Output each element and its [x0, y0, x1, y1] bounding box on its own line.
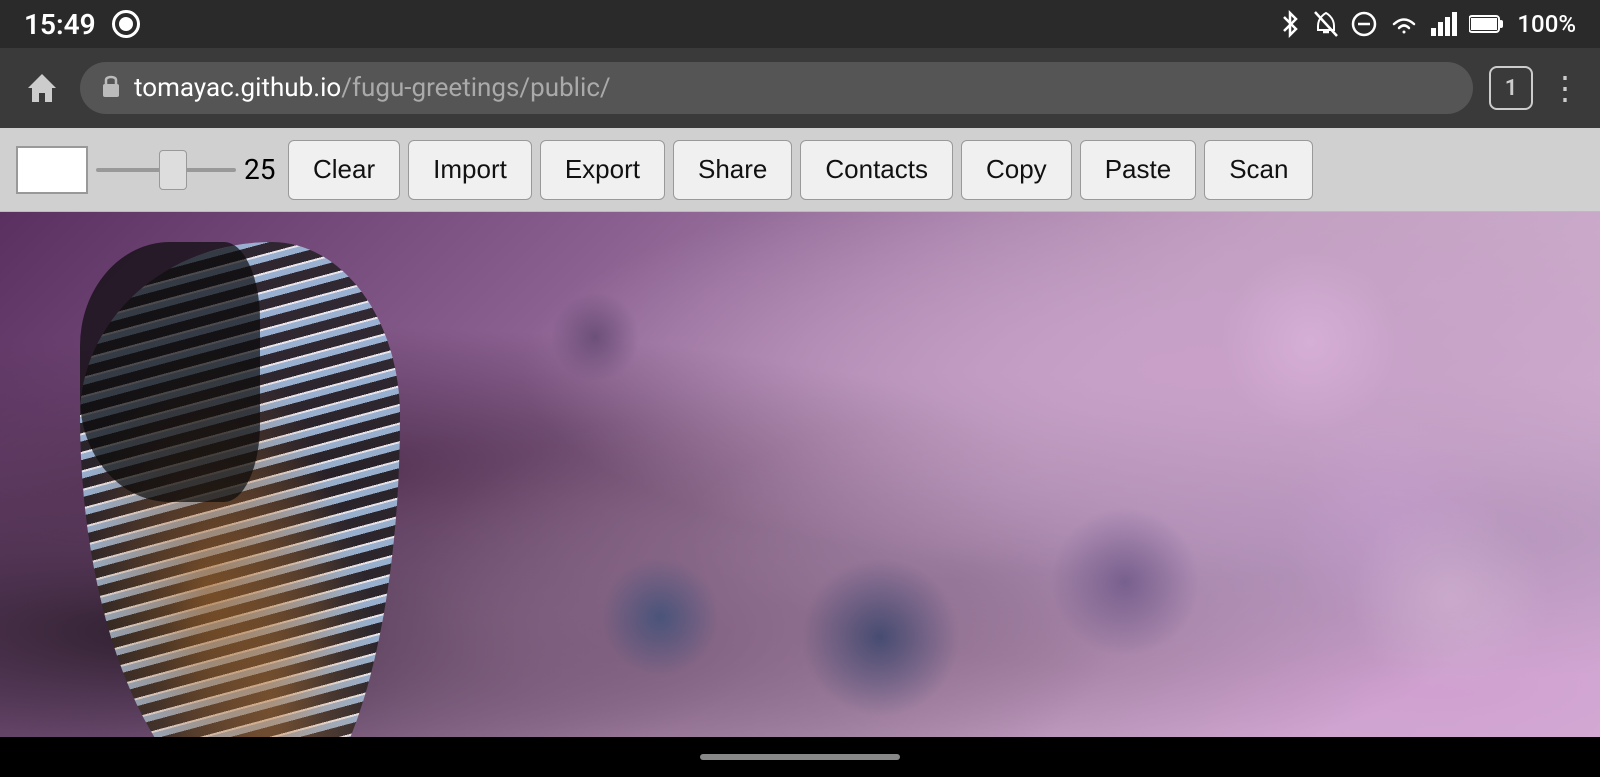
- slider-container: 25: [96, 153, 280, 186]
- tab-count: 1: [1505, 76, 1518, 101]
- bokeh-4: [600, 557, 720, 677]
- slider-thumb[interactable]: [159, 150, 187, 190]
- bluetooth-icon: [1279, 10, 1301, 38]
- color-swatch[interactable]: [16, 146, 88, 194]
- url-text: tomayac.github.io/fugu-greetings/public/: [134, 73, 611, 103]
- fish-head: [80, 242, 260, 502]
- bokeh-6: [1350, 497, 1550, 697]
- app-icon-inner: [119, 17, 133, 31]
- canvas-background: [0, 212, 1600, 737]
- contacts-button[interactable]: Contacts: [800, 140, 953, 200]
- status-time: 15:49: [24, 8, 96, 41]
- browser-actions: 1 ⋮: [1489, 66, 1580, 110]
- wifi-icon: [1389, 12, 1419, 36]
- status-left: 15:49: [24, 8, 140, 41]
- home-indicator: [700, 754, 900, 760]
- bokeh-1: [1220, 252, 1400, 432]
- address-bar[interactable]: tomayac.github.io/fugu-greetings/public/: [80, 62, 1473, 114]
- scan-button[interactable]: Scan: [1204, 140, 1313, 200]
- dnd-icon: [1351, 11, 1377, 37]
- battery-percent: 100%: [1517, 10, 1576, 38]
- import-button[interactable]: Import: [408, 140, 532, 200]
- copy-button[interactable]: Copy: [961, 140, 1072, 200]
- home-button[interactable]: [20, 66, 64, 110]
- more-options-icon: ⋮: [1549, 69, 1580, 107]
- url-domain: tomayac.github.io: [134, 73, 341, 103]
- share-button[interactable]: Share: [673, 140, 792, 200]
- bottom-bar: [0, 737, 1600, 777]
- bokeh-5: [800, 557, 960, 717]
- browser-bar: tomayac.github.io/fugu-greetings/public/…: [0, 48, 1600, 128]
- status-bar: 15:49: [0, 0, 1600, 48]
- url-path: /fugu-greetings/public/: [341, 73, 610, 103]
- status-app-icon: [112, 10, 140, 38]
- browser-menu-button[interactable]: ⋮: [1549, 69, 1580, 107]
- clear-button[interactable]: Clear: [288, 140, 400, 200]
- tab-count-button[interactable]: 1: [1489, 66, 1533, 110]
- slider-value: 25: [244, 153, 280, 186]
- notifications-off-icon: [1313, 10, 1339, 38]
- bokeh-7: [550, 292, 640, 382]
- lock-icon: [100, 72, 122, 104]
- status-right: 100%: [1279, 10, 1576, 38]
- toolbar: 25 Clear Import Export Share Contacts Co…: [0, 128, 1600, 212]
- brush-size-slider[interactable]: [96, 168, 236, 172]
- canvas-area[interactable]: [0, 212, 1600, 737]
- signal-icon: [1431, 12, 1457, 36]
- paste-button[interactable]: Paste: [1080, 140, 1197, 200]
- battery-icon: [1469, 13, 1505, 35]
- bokeh-3: [1050, 507, 1200, 657]
- export-button[interactable]: Export: [540, 140, 665, 200]
